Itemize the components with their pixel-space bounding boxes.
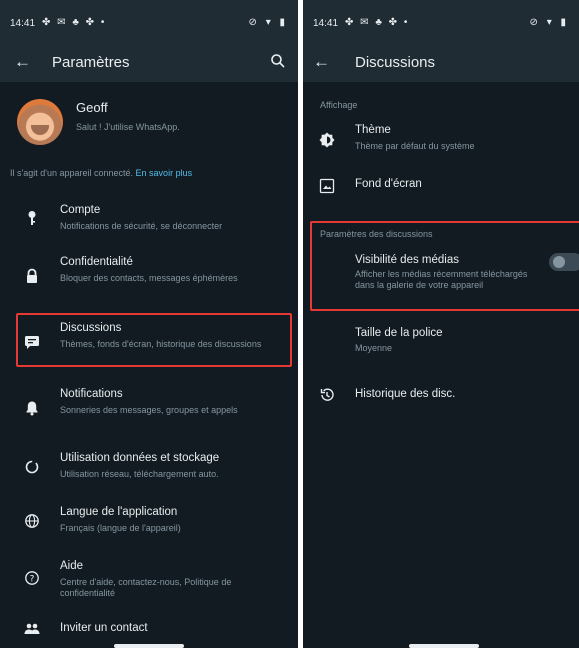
bell-icon: [24, 400, 40, 416]
page-title: Paramètres: [52, 54, 130, 71]
search-icon[interactable]: [270, 53, 286, 69]
settings-item-language[interactable]: Langue de l'application Français (langue…: [0, 502, 298, 542]
settings-item-account[interactable]: Compte Notifications de sécurité, se déc…: [0, 200, 298, 244]
page-title: Discussions: [355, 54, 436, 71]
settings-item-font-size[interactable]: Taille de la police Moyenne: [303, 323, 579, 359]
settings-item-notifications[interactable]: Notifications Sonneries des messages, gr…: [0, 384, 298, 434]
people-icon: [24, 621, 40, 637]
avatar[interactable]: [17, 99, 63, 145]
settings-item-subtitle: Français (langue de l'appareil): [60, 523, 181, 533]
app-bar: ← Paramètres: [0, 44, 298, 82]
lock-icon: [24, 268, 40, 284]
data-usage-icon: [24, 459, 40, 475]
status-time: 14:41: [313, 18, 339, 29]
settings-item-subtitle: Sonneries des messages, groupes et appel…: [60, 405, 238, 415]
app-bar: ← Discussions: [303, 44, 579, 82]
back-arrow-icon[interactable]: ←: [313, 52, 330, 72]
settings-screen: 14:41 ✤ ✉ ♣ ✤ • ⊘ ▾ ▮ ← Paramètres Geoff…: [0, 0, 298, 648]
system-icons: ⊘ ▾ ▮: [248, 17, 288, 28]
settings-item-title: Langue de l'application: [60, 506, 178, 518]
profile-name: Geoff: [76, 100, 108, 115]
profile-status: Salut ! J'utilise WhatsApp.: [76, 122, 180, 132]
settings-item-title: Inviter un contact: [60, 622, 148, 634]
back-arrow-icon[interactable]: ←: [14, 52, 31, 72]
settings-item-title: Notifications: [60, 388, 123, 400]
connected-text: Il s'agit d'un appareil connecté.: [10, 168, 134, 178]
setting-title: Fond d'écran: [355, 178, 422, 190]
chats-settings-screen: 14:41 ✤ ✉ ♣ ✤ • ⊘ ▾ ▮ ← Discussions Affi…: [303, 0, 579, 648]
settings-item-subtitle: Centre d'aide, contactez-nous, Politique…: [60, 577, 232, 598]
settings-item-privacy[interactable]: Confidentialité Bloquer des contacts, me…: [0, 252, 298, 302]
nav-handle[interactable]: [409, 644, 479, 648]
svg-text:?: ?: [30, 575, 35, 585]
notification-icons: ✤ ✉ ♣ ✤ •: [42, 17, 107, 28]
setting-subtitle: Thème par défaut du système: [355, 141, 475, 151]
wallpaper-icon: [319, 178, 335, 194]
status-bar: 14:41 ✤ ✉ ♣ ✤ • ⊘ ▾ ▮: [0, 0, 298, 44]
notification-icons: ✤ ✉ ♣ ✤ •: [345, 17, 410, 28]
settings-item-subtitle: Notifications de sécurité, se déconnecte…: [60, 221, 223, 231]
setting-title: Thème: [355, 124, 391, 136]
nav-handle[interactable]: [114, 644, 184, 648]
settings-item-wallpaper[interactable]: Fond d'écran: [303, 172, 579, 200]
settings-item-title: Aide: [60, 560, 84, 572]
connected-device-notice: Il s'agit d'un appareil connecté. En sav…: [10, 168, 192, 178]
status-time: 14:41: [10, 18, 36, 29]
profile-row[interactable]: Geoff Salut ! J'utilise WhatsApp.: [0, 94, 298, 152]
learn-more-link[interactable]: En savoir plus: [136, 168, 193, 178]
settings-item-title: Confidentialité: [60, 256, 133, 268]
settings-item-subtitle: Bloquer des contacts, messages éphémères: [60, 273, 238, 283]
settings-item-title: Utilisation données et stockage: [60, 452, 220, 464]
setting-title: Taille de la police: [355, 327, 443, 339]
settings-item-title: Compte: [60, 204, 101, 216]
highlight-box: [310, 221, 579, 311]
settings-item-theme[interactable]: Thème Thème par défaut du système: [303, 120, 579, 160]
section-header-display: Affichage: [320, 100, 358, 110]
setting-subtitle: Moyenne: [355, 343, 393, 353]
settings-item-storage[interactable]: Utilisation données et stockage Utilisat…: [0, 448, 298, 488]
settings-item-subtitle: Utilisation réseau, téléchargement auto.: [60, 469, 219, 479]
highlight-box: [16, 313, 292, 367]
status-bar: 14:41 ✤ ✉ ♣ ✤ • ⊘ ▾ ▮: [303, 0, 579, 44]
system-icons: ⊘ ▾ ▮: [529, 17, 569, 28]
settings-item-invite[interactable]: Inviter un contact: [0, 618, 298, 642]
settings-item-chat-history[interactable]: Historique des disc.: [303, 384, 579, 410]
key-icon: [24, 210, 40, 226]
help-icon: ?: [24, 570, 40, 586]
theme-brightness-icon: [319, 132, 335, 148]
globe-icon: [24, 513, 40, 529]
history-icon: [319, 387, 335, 403]
settings-item-help[interactable]: ? Aide Centre d'aide, contactez-nous, Po…: [0, 556, 298, 602]
setting-title: Historique des disc.: [355, 388, 456, 400]
